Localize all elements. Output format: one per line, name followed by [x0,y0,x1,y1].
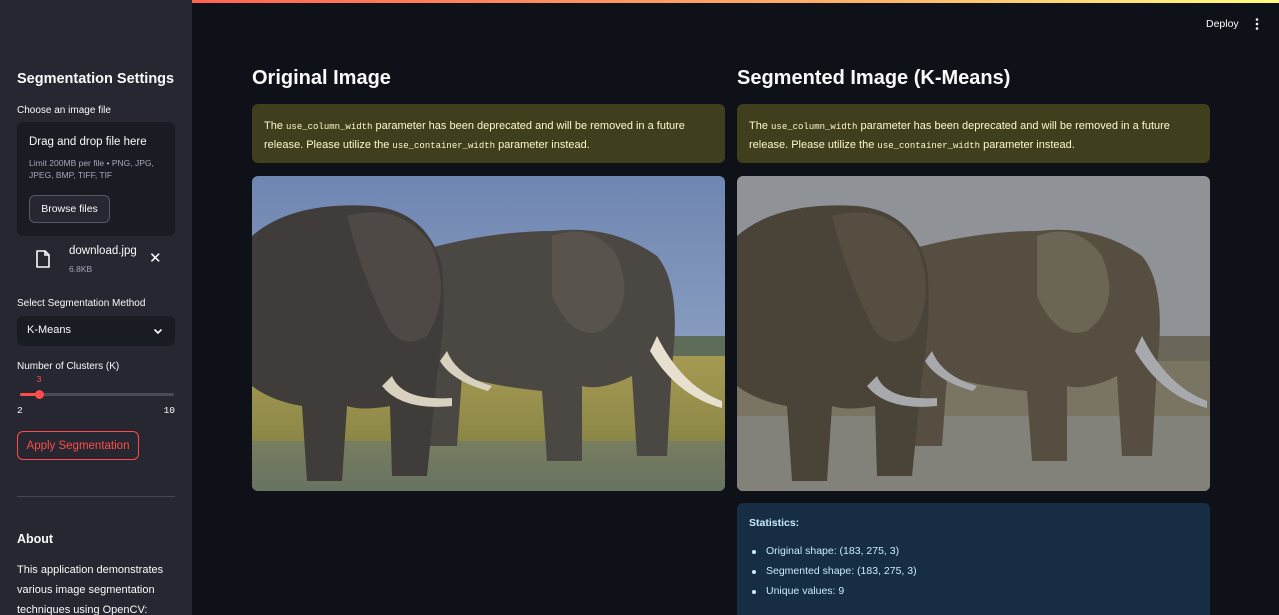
slider-min: 2 [17,405,23,416]
segmented-image [737,176,1210,491]
method-select[interactable]: K-Means [17,316,175,346]
statistics-title: Statistics: [749,517,800,529]
clusters-slider[interactable]: 3 2 10 [17,375,175,416]
file-size: 6.8KB [69,264,93,274]
method-select-value: K-Means [27,324,72,336]
method-label: Select Segmentation Method [17,298,146,309]
list-item: Unique values: 9 [749,585,1198,597]
more-menu-icon[interactable] [1252,17,1262,31]
statistics-panel: Statistics: Original shape: (183, 275, 3… [737,503,1210,615]
uploaded-file: download.jpg 6.8KB ✕ [17,244,175,280]
file-dropzone[interactable]: Drag and drop file here Limit 200MB per … [17,122,175,236]
clusters-label: Number of Clusters (K) [17,361,120,372]
apply-segmentation-button[interactable]: Apply Segmentation [17,431,139,460]
warning-code: use_column_width [771,122,858,132]
file-icon [36,250,50,268]
sidebar-title: Segmentation Settings [17,71,175,87]
slider-thumb[interactable] [34,390,44,399]
slider-value: 3 [36,375,42,385]
deprecation-warning: The use_column_width parameter has been … [737,104,1210,163]
about-text: This application demonstrates various im… [17,564,164,615]
remove-file-icon[interactable]: ✕ [149,251,162,266]
statistics-list: Original shape: (183, 275, 3) Segmented … [749,545,1198,597]
dropzone-limit: Limit 200MB per file • PNG, JPG, JPEG, B… [29,158,154,180]
list-item: Original shape: (183, 275, 3) [749,545,1198,557]
dropzone-title: Drag and drop file here [29,136,147,148]
file-name: download.jpg [69,245,137,257]
list-item: Segmented shape: (183, 275, 3) [749,565,1198,577]
warning-text: The [749,120,772,132]
original-image [252,176,725,491]
sidebar: Segmentation Settings Choose an image fi… [0,0,192,615]
warning-text: The [264,120,287,132]
slider-max: 10 [163,405,175,416]
deploy-button[interactable]: Deploy [1206,18,1239,30]
deprecation-warning: The use_column_width parameter has been … [252,104,725,163]
about-title: About [17,532,54,546]
warning-code: use_column_width [286,122,373,132]
warning-code: use_container_width [877,141,981,151]
warning-text: parameter instead. [495,139,590,151]
sidebar-divider [17,496,175,497]
chevron-down-icon [153,328,163,335]
warning-code: use_container_width [392,141,496,151]
segmented-image-title: Segmented Image (K-Means) [737,67,1011,89]
original-image-title: Original Image [252,67,391,89]
uploader-label: Choose an image file [17,105,111,116]
browse-files-button[interactable]: Browse files [29,195,110,223]
warning-text: parameter instead. [980,139,1075,151]
